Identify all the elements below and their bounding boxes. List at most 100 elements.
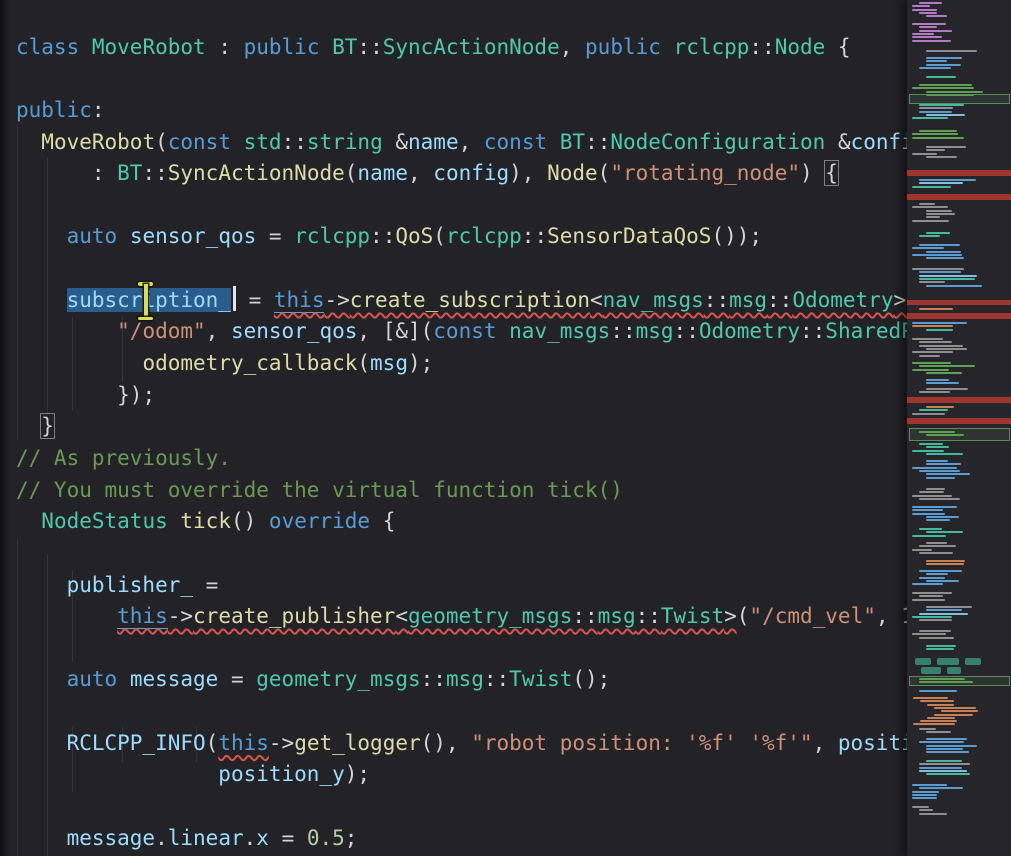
code-token: :: xyxy=(636,604,661,628)
code-line[interactable]: public: xyxy=(0,95,1011,127)
minimap-line xyxy=(926,146,966,148)
code-token: { xyxy=(370,509,395,533)
code-line[interactable]: odometry_callback(msg); xyxy=(0,348,1011,380)
minimap-line xyxy=(919,111,952,113)
minimap-line xyxy=(919,355,940,357)
minimap-line xyxy=(926,379,949,381)
code-token: ( xyxy=(433,224,446,248)
indent xyxy=(16,383,117,407)
minimap-line xyxy=(926,573,948,575)
code-token xyxy=(497,319,510,343)
code-line[interactable]: NodeStatus tick() override { xyxy=(0,506,1011,538)
code-token: , xyxy=(459,130,484,154)
code-token: public xyxy=(16,98,92,122)
code-line[interactable]: message.linear.x = 0.5; xyxy=(0,823,1011,855)
code-token: }); xyxy=(117,383,155,407)
code-line[interactable] xyxy=(0,0,1011,32)
code-line[interactable]: position_y); xyxy=(0,759,1011,791)
code-line[interactable] xyxy=(0,538,1011,570)
code-token: ( xyxy=(155,130,168,154)
minimap-line xyxy=(934,707,976,709)
minimap-line xyxy=(912,247,944,249)
minimap-line xyxy=(919,107,953,109)
minimap-line xyxy=(926,50,977,52)
minimap[interactable] xyxy=(907,0,1011,856)
code-token: (); xyxy=(572,667,610,691)
minimap-line xyxy=(926,609,962,611)
minimap-line xyxy=(926,406,954,408)
minimap-error-line xyxy=(907,397,1011,403)
minimap-line xyxy=(926,251,961,253)
code-line[interactable] xyxy=(0,696,1011,728)
code-token: // As previously. xyxy=(16,446,231,470)
code-line[interactable]: } xyxy=(0,411,1011,443)
code-token: ( xyxy=(737,604,750,628)
minimap-line xyxy=(919,678,965,680)
code-line[interactable]: MoveRobot(const std::string &name, const… xyxy=(0,127,1011,159)
code-token: ( xyxy=(345,161,358,185)
minimap-error-line xyxy=(907,313,1011,319)
code-token: Twist xyxy=(509,667,572,691)
code-line[interactable] xyxy=(0,63,1011,95)
minimap-line xyxy=(926,57,962,59)
code-token: ( xyxy=(357,351,370,375)
code-token: ); xyxy=(408,351,433,375)
code-token: MoveRobot xyxy=(92,35,206,59)
code-token: BT xyxy=(117,161,142,185)
code-token: const xyxy=(484,130,547,154)
code-line[interactable]: "/odom", sensor_qos, [&](const nav_msgs:… xyxy=(0,316,1011,348)
minimap-line xyxy=(912,40,951,42)
code-line[interactable]: RCLCPP_INFO(this->get_logger(), "robot p… xyxy=(0,728,1011,760)
minimap-line xyxy=(912,495,952,497)
minimap-line xyxy=(926,76,956,78)
code-line[interactable] xyxy=(0,791,1011,823)
code-token: geometry_msgs xyxy=(408,604,572,628)
code-line[interactable]: // As previously. xyxy=(0,443,1011,475)
minimap-line xyxy=(926,460,948,462)
minimap-line xyxy=(919,813,947,815)
code-area[interactable]: class MoveRobot : public BT::SyncActionN… xyxy=(0,0,1011,854)
code-line[interactable]: auto message = geometry_msgs::msg::Twist… xyxy=(0,664,1011,696)
code-token: rclcpp xyxy=(294,224,370,248)
code-token: this xyxy=(274,288,325,313)
minimap-line xyxy=(919,203,935,205)
code-token xyxy=(168,509,181,533)
code-line[interactable]: this->create_publisher<geometry_msgs::ms… xyxy=(0,601,1011,633)
code-line[interactable] xyxy=(0,633,1011,665)
minimap-line xyxy=(919,741,964,743)
code-token: msg xyxy=(729,288,767,312)
code-line[interactable] xyxy=(0,190,1011,222)
minimap-line xyxy=(926,738,967,740)
minimap-line xyxy=(919,84,972,86)
code-line[interactable]: : BT::SyncActionNode(name, config), Node… xyxy=(0,158,1011,190)
code-token: < xyxy=(395,604,408,628)
minimap-line xyxy=(912,322,967,324)
code-token: NodeStatus xyxy=(41,509,167,533)
code-token: msg xyxy=(636,319,674,343)
minimap-line xyxy=(919,182,963,184)
code-token: RCLCPP_INFO xyxy=(67,731,206,755)
minimap-line xyxy=(919,275,977,277)
code-line[interactable]: class MoveRobot : public BT::SyncActionN… xyxy=(0,32,1011,64)
code-token: "/cmd_vel" xyxy=(749,604,875,628)
code-token: sensor_qos xyxy=(130,224,256,248)
code-line[interactable]: // You must override the virtual functio… xyxy=(0,475,1011,507)
code-token: linear xyxy=(168,826,244,850)
code-token xyxy=(547,130,560,154)
error-squiggle: this->create_subscription<nav_msgs::msg:… xyxy=(274,288,919,313)
code-line[interactable]: auto sensor_qos = rclcpp::QoS(rclcpp::Se… xyxy=(0,221,1011,253)
code-token: , xyxy=(206,319,231,343)
code-token: "/odom" xyxy=(117,319,206,343)
minimap-line xyxy=(912,549,932,551)
minimap-line xyxy=(926,516,959,518)
code-token: string xyxy=(307,130,383,154)
code-line[interactable]: publisher_ = xyxy=(0,570,1011,602)
minimap-line xyxy=(919,409,948,411)
code-token: :: xyxy=(585,130,610,154)
minimap-line xyxy=(926,329,953,331)
minimap-line xyxy=(912,413,945,415)
code-token: :: xyxy=(610,319,635,343)
left-edge-shade xyxy=(0,0,10,856)
minimap-line xyxy=(926,15,947,17)
code-line[interactable]: }); xyxy=(0,380,1011,412)
